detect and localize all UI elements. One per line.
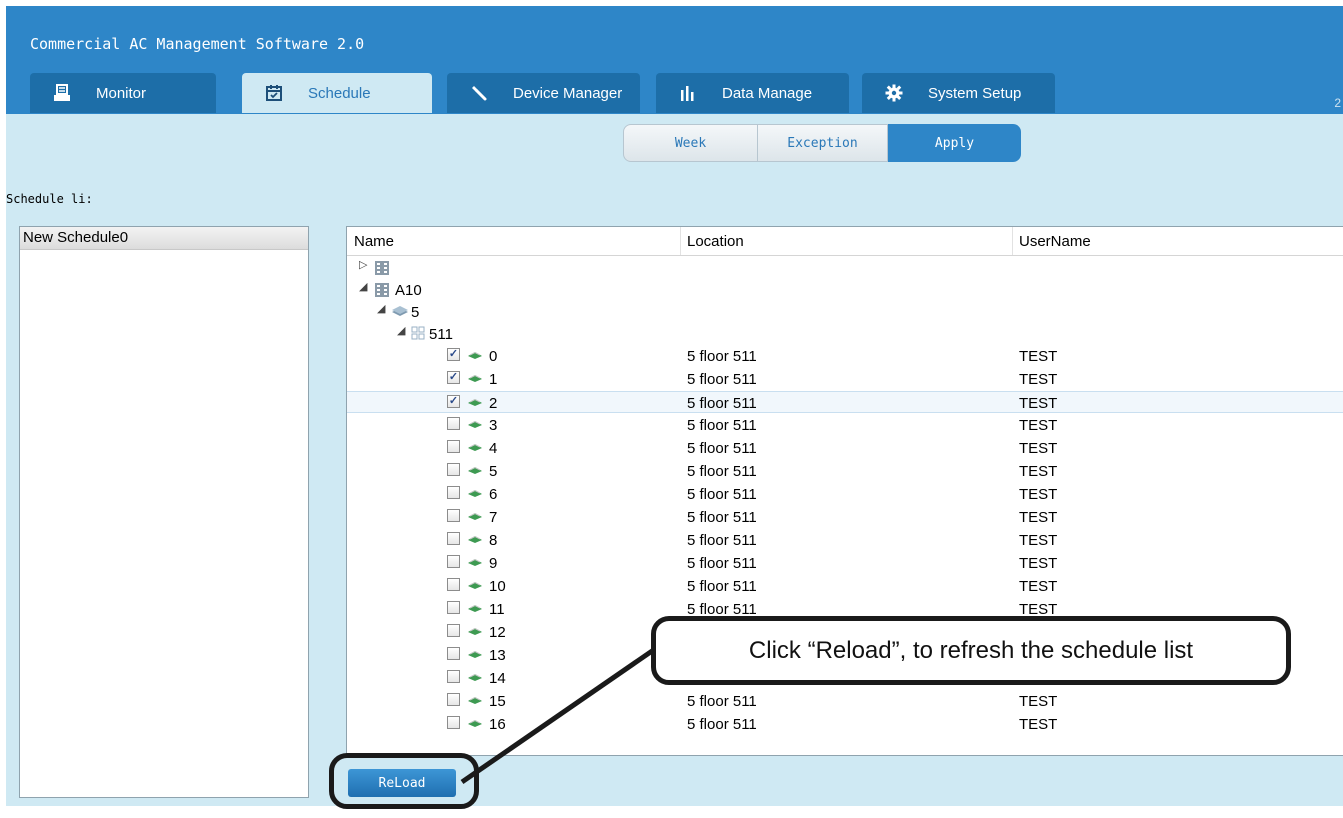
callout-connector-line: [460, 637, 670, 785]
callout-highlight-ring: [329, 753, 479, 809]
callout-annotation: Click “Reload”, to refresh the schedule …: [651, 616, 1291, 685]
